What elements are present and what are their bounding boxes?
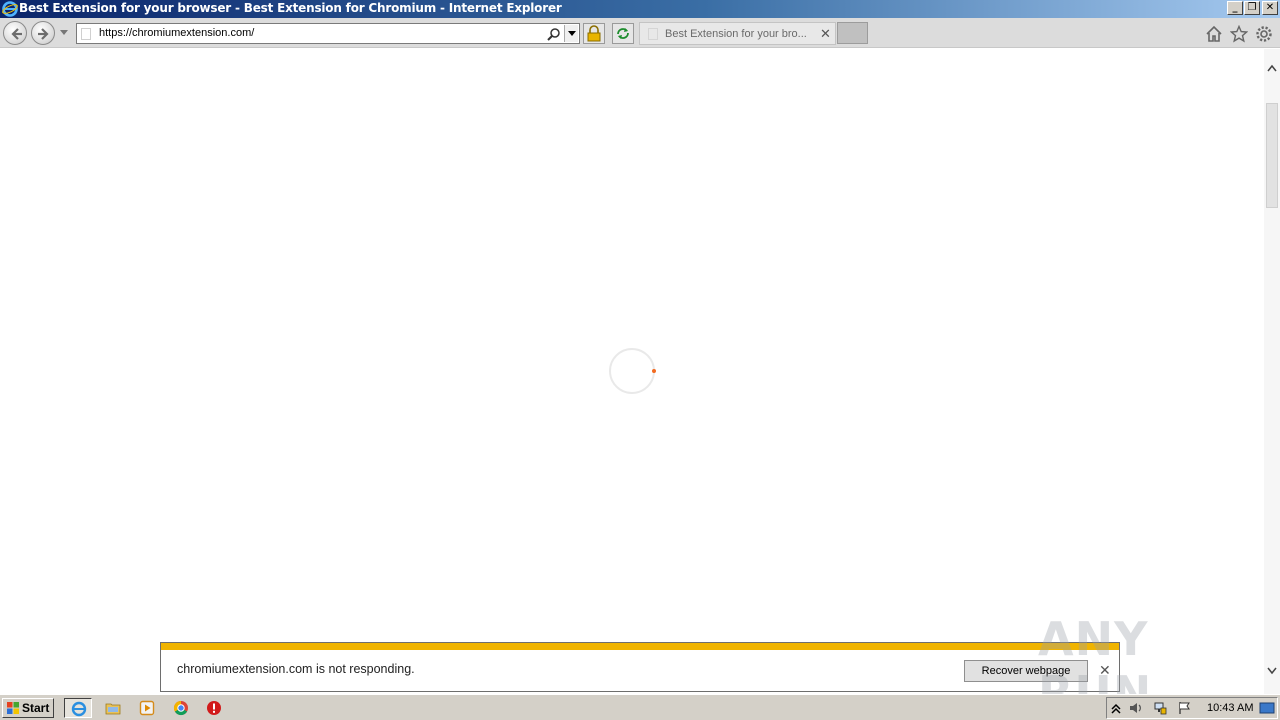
tab-title: Best Extension for your bro... [665, 28, 807, 40]
anyrun-watermark: ANY RUN [1038, 608, 1238, 720]
scrollbar-thumb[interactable] [1266, 103, 1278, 208]
tab-favicon [648, 28, 658, 40]
web-page-content[interactable] [0, 49, 1264, 694]
address-bar[interactable]: https://chromiumextension.com/ [76, 23, 580, 44]
loading-spinner-icon [609, 348, 656, 394]
settings-gear-icon[interactable] [1255, 25, 1273, 43]
notification-stripe [161, 643, 1119, 650]
lock-icon [587, 25, 601, 42]
taskbar-internet-explorer[interactable] [64, 698, 92, 718]
internet-explorer-icon [71, 701, 87, 717]
search-icon[interactable] [547, 27, 561, 41]
internet-explorer-icon [2, 1, 18, 17]
start-label: Start [22, 701, 50, 715]
favorites-star-icon[interactable] [1230, 25, 1248, 43]
windows-logo-icon [7, 702, 19, 714]
taskbar-file-explorer[interactable] [99, 698, 127, 718]
volume-icon[interactable] [1129, 701, 1143, 715]
refresh-icon [617, 28, 629, 39]
show-desktop-icon[interactable] [1259, 701, 1275, 715]
forward-button[interactable] [31, 21, 55, 45]
show-hidden-icons-icon[interactable] [1109, 701, 1123, 715]
minimize-button[interactable]: _ [1227, 1, 1243, 15]
clock[interactable]: 10:43 AM [1207, 702, 1253, 714]
recent-pages-dropdown[interactable] [60, 30, 68, 35]
security-lock-button[interactable] [583, 23, 605, 44]
network-icon[interactable] [1153, 701, 1167, 715]
page-icon [81, 28, 91, 40]
spinner-dot [652, 369, 656, 373]
taskbar: Start 10:43 AM [0, 694, 1280, 720]
taskbar-chrome[interactable] [167, 698, 195, 718]
back-button[interactable] [3, 21, 27, 45]
home-icon[interactable] [1205, 25, 1223, 43]
scroll-down-arrow-icon[interactable] [1267, 667, 1277, 675]
vertical-scrollbar[interactable] [1264, 49, 1280, 694]
arrow-right-icon [38, 28, 49, 40]
window-titlebar[interactable]: Best Extension for your browser - Best E… [0, 0, 1280, 18]
action-center-flag-icon[interactable] [1177, 701, 1191, 715]
notification-message: chromiumextension.com is not responding. [177, 662, 415, 676]
system-tray: 10:43 AM [1106, 697, 1278, 719]
address-url[interactable]: https://chromiumextension.com/ [99, 27, 254, 39]
close-window-button[interactable]: ✕ [1262, 1, 1278, 15]
media-player-icon [139, 700, 155, 716]
browser-toolbar: https://chromiumextension.com/ Best Exte… [0, 18, 1280, 48]
folder-icon [105, 703, 121, 715]
taskbar-media-player[interactable] [133, 698, 161, 718]
address-dropdown-button[interactable] [564, 25, 578, 42]
refresh-button[interactable] [612, 23, 634, 44]
taskbar-opera[interactable] [200, 698, 228, 718]
scroll-up-arrow-icon[interactable] [1267, 64, 1277, 72]
tab-close-button[interactable]: ✕ [820, 26, 831, 42]
new-tab-button[interactable] [837, 22, 868, 44]
arrow-left-icon [11, 28, 22, 40]
not-responding-notification: chromiumextension.com is not responding.… [160, 642, 1120, 692]
window-title: Best Extension for your browser - Best E… [19, 1, 562, 15]
browser-tab[interactable]: Best Extension for your bro... ✕ [639, 22, 836, 45]
start-button[interactable]: Start [2, 698, 54, 718]
restore-button[interactable]: ❐ [1244, 1, 1260, 15]
stop-warning-icon [207, 701, 221, 715]
chrome-icon [173, 700, 188, 716]
